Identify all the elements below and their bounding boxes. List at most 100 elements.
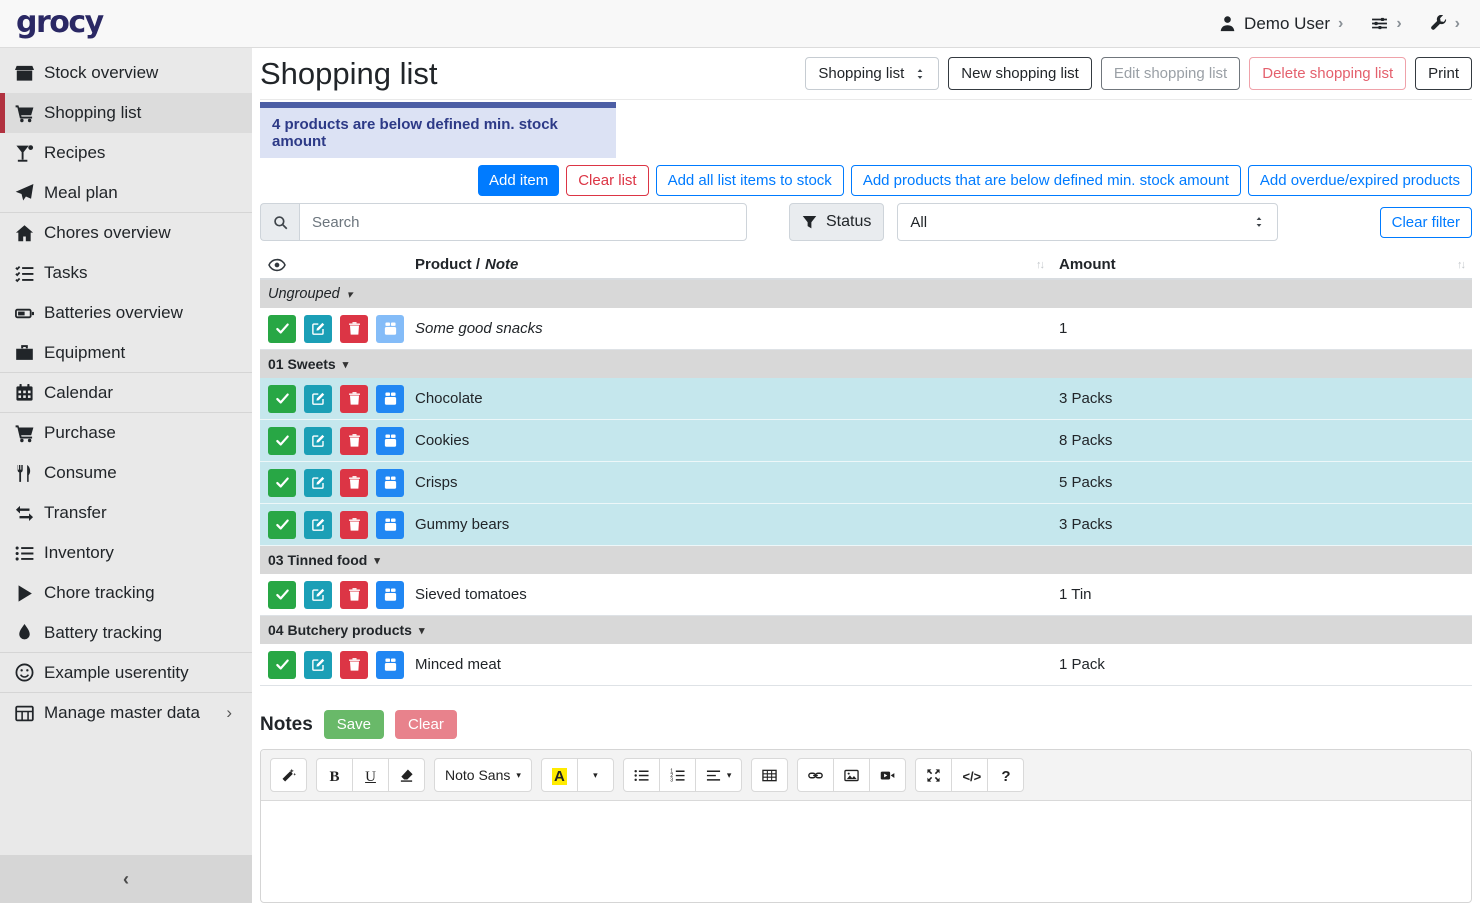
- toolbar-group: 123▾: [623, 758, 743, 792]
- row-action-add-to-stock-button[interactable]: [376, 469, 404, 497]
- editor-underline-button[interactable]: U: [352, 758, 389, 792]
- sidebar-item-example-userentity[interactable]: Example userentity: [0, 653, 252, 693]
- editor-fullscreen-button[interactable]: [915, 758, 952, 792]
- row-action-edit-button[interactable]: [304, 385, 332, 413]
- editor-eraser-button[interactable]: [388, 758, 425, 792]
- editor-video-button[interactable]: [869, 758, 906, 792]
- notes-header: Notes Save Clear: [260, 710, 1472, 739]
- row-action-done-button[interactable]: [268, 315, 296, 343]
- editor-font-family-button[interactable]: Noto Sans▾: [434, 758, 532, 792]
- sidebar-item-chore-tracking[interactable]: Chore tracking: [0, 573, 252, 613]
- table-icon: [15, 704, 34, 723]
- sidebar-item-shopping-list[interactable]: Shopping list: [0, 93, 252, 133]
- row-action-done-button[interactable]: [268, 651, 296, 679]
- editor-ul-button[interactable]: [623, 758, 660, 792]
- row-action-delete-button[interactable]: [340, 385, 368, 413]
- sort-icon[interactable]: ↑↓: [1036, 259, 1043, 271]
- editor-text-area[interactable]: [261, 801, 1471, 902]
- add-overdue-expired-button[interactable]: Add overdue/expired products: [1248, 165, 1472, 196]
- new-shopping-list-button[interactable]: New shopping list: [948, 57, 1092, 90]
- row-action-edit-button[interactable]: [304, 651, 332, 679]
- row-action-edit-button[interactable]: [304, 511, 332, 539]
- sidebar-item-equipment[interactable]: Equipment: [0, 333, 252, 373]
- sidebar-item-chores-overview[interactable]: Chores overview: [0, 213, 252, 253]
- group-header-row[interactable]: 04 Butchery products▾: [260, 616, 1472, 644]
- clear-filter-button[interactable]: Clear filter: [1380, 207, 1472, 238]
- row-action-done-button[interactable]: [268, 581, 296, 609]
- notes-clear-button[interactable]: Clear: [395, 710, 457, 739]
- editor-color-caret-button[interactable]: ▾: [577, 758, 614, 792]
- row-action-done-button[interactable]: [268, 427, 296, 455]
- status-filter-select[interactable]: All: [897, 203, 1278, 241]
- sidebar-item-recipes[interactable]: Recipes: [0, 133, 252, 173]
- row-action-add-to-stock-button[interactable]: [376, 581, 404, 609]
- row-action-add-to-stock-button[interactable]: [376, 511, 404, 539]
- toggle-done-items-eye-icon[interactable]: [268, 256, 286, 274]
- row-action-delete-button[interactable]: [340, 511, 368, 539]
- row-action-edit-button[interactable]: [304, 427, 332, 455]
- row-action-delete-button[interactable]: [340, 651, 368, 679]
- editor-picture-button[interactable]: [833, 758, 870, 792]
- row-action-edit-button[interactable]: [304, 315, 332, 343]
- sidebar-nav: Stock overviewShopping listRecipesMeal p…: [0, 48, 252, 855]
- editor-link-button[interactable]: [797, 758, 834, 792]
- row-action-add-to-stock-button[interactable]: [376, 651, 404, 679]
- trash-icon: [347, 475, 362, 490]
- row-action-delete-button[interactable]: [340, 427, 368, 455]
- editor-table-button[interactable]: [751, 758, 788, 792]
- group-header-row[interactable]: Ungrouped▾: [260, 280, 1472, 308]
- bag-icon: [383, 587, 398, 602]
- settings-menu[interactable]: ›: [1371, 15, 1401, 33]
- row-action-edit-button[interactable]: [304, 581, 332, 609]
- group-header-row[interactable]: 01 Sweets▾: [260, 350, 1472, 378]
- sidebar-item-purchase[interactable]: Purchase: [0, 413, 252, 453]
- row-action-done-button[interactable]: [268, 469, 296, 497]
- editor-bold-button[interactable]: B: [316, 758, 353, 792]
- editor-help-button[interactable]: ?: [987, 758, 1024, 792]
- clear-list-button[interactable]: Clear list: [566, 165, 648, 196]
- row-action-add-to-stock-button[interactable]: [376, 315, 404, 343]
- sidebar-item-inventory[interactable]: Inventory: [0, 533, 252, 573]
- row-action-delete-button[interactable]: [340, 315, 368, 343]
- editor-ol-button[interactable]: 123: [659, 758, 696, 792]
- sidebar-item-transfer[interactable]: Transfer: [0, 493, 252, 533]
- row-action-delete-button[interactable]: [340, 469, 368, 497]
- notes-save-button[interactable]: Save: [324, 710, 384, 739]
- row-action-done-button[interactable]: [268, 511, 296, 539]
- add-below-min-stock-button[interactable]: Add products that are below defined min.…: [851, 165, 1241, 196]
- editor-magic-button[interactable]: [270, 758, 307, 792]
- group-header-row[interactable]: 03 Tinned food▾: [260, 546, 1472, 574]
- editor-paragraph-button[interactable]: ▾: [695, 758, 743, 792]
- sidebar-item-batteries-overview[interactable]: Batteries overview: [0, 293, 252, 333]
- delete-shopping-list-button[interactable]: Delete shopping list: [1249, 57, 1406, 90]
- search-input[interactable]: [299, 203, 747, 241]
- admin-menu[interactable]: ›: [1430, 15, 1460, 33]
- add-item-button[interactable]: Add item: [478, 165, 559, 196]
- sidebar-item-manage-master-data[interactable]: Manage master data›: [0, 693, 252, 733]
- add-all-to-stock-button[interactable]: Add all list items to stock: [656, 165, 844, 196]
- trash-icon: [347, 321, 362, 336]
- user-menu[interactable]: Demo User ›: [1219, 14, 1343, 34]
- sidebar-item-stock-overview[interactable]: Stock overview: [0, 53, 252, 93]
- editor-codeview-button[interactable]: </>: [951, 758, 988, 792]
- editor-color-button[interactable]: A: [541, 758, 578, 792]
- row-action-add-to-stock-button[interactable]: [376, 385, 404, 413]
- row-action-add-to-stock-button[interactable]: [376, 427, 404, 455]
- row-action-edit-button[interactable]: [304, 469, 332, 497]
- shopping-list-select[interactable]: Shopping list: [805, 57, 939, 90]
- print-button[interactable]: Print: [1415, 57, 1472, 90]
- edit-shopping-list-button[interactable]: Edit shopping list: [1101, 57, 1240, 90]
- sidebar-collapse-button[interactable]: ‹: [0, 855, 252, 903]
- sidebar-item-calendar[interactable]: Calendar: [0, 373, 252, 413]
- caret-down-icon: ▾: [347, 288, 353, 301]
- sidebar-item-tasks[interactable]: Tasks: [0, 253, 252, 293]
- row-action-done-button[interactable]: [268, 385, 296, 413]
- row-action-delete-button[interactable]: [340, 581, 368, 609]
- sidebar-item-consume[interactable]: Consume: [0, 453, 252, 493]
- sort-icon[interactable]: ↑↓: [1457, 259, 1464, 271]
- sidebar-item-battery-tracking[interactable]: Battery tracking: [0, 613, 252, 653]
- cocktail-icon: [15, 144, 34, 163]
- sidebar-item-meal-plan[interactable]: Meal plan: [0, 173, 252, 213]
- align-icon: [706, 768, 721, 783]
- chevron-right-icon: ›: [1338, 15, 1343, 33]
